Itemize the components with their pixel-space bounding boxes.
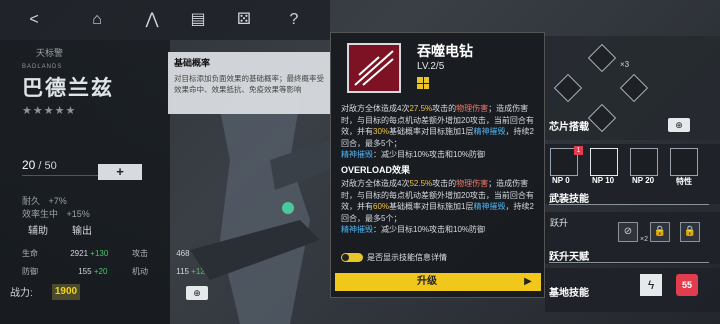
skill-level: LV.2/5 [417, 61, 445, 72]
level-max: 50 [44, 160, 57, 172]
np-label: NP 20 [632, 176, 655, 185]
skill-badge: 1 [574, 146, 583, 155]
desc-text: 攻击的 [432, 179, 457, 188]
talent-slot-icon[interactable]: ⊘ [618, 222, 638, 242]
np-label: 特性 [676, 177, 692, 186]
overload-description: 对敌方全体造成4次52.5%攻击的物理伤害；造成伤害时，与目标的每点机动差额外增… [341, 178, 541, 236]
desc-pct: 52.5% [409, 179, 433, 188]
lightning-icon[interactable]: ϟ [640, 274, 662, 296]
desc-debuff: 精神摧毁 [341, 150, 373, 159]
level-current: 20 [22, 158, 36, 172]
stat-value: 155 [78, 267, 92, 276]
gamepad-icon[interactable]: ⚄ [232, 8, 256, 32]
desc-pct: 60% [373, 202, 390, 211]
level-sep: / [38, 160, 42, 172]
weapon-skill-card[interactable] [630, 148, 658, 176]
stat-label: 机动 [132, 267, 148, 276]
talent-count: ×2 [640, 236, 648, 243]
home-icon[interactable]: ⌂ [85, 8, 109, 32]
skill-drill-icon [347, 43, 401, 93]
weapon-skill-label: 武装技能 [549, 194, 589, 205]
desc-pct: 30% [373, 127, 390, 136]
jump-talent-label: 跃升天赋 [549, 252, 589, 263]
desc-pct: 27.5% [409, 104, 433, 113]
stat-bonus: +130 [90, 249, 109, 258]
skill-description: 对敌方全体造成4次27.5%攻击的物理伤害；造成伤害时，与目标的每点机动差额外增… [341, 103, 541, 161]
desc-debuff: 精神摧毁 [473, 127, 506, 136]
np-label: NP 10 [592, 176, 615, 185]
skill-detail-popup: 吞噬电钻 LV.2/5 对敌方全体造成4次27.5%攻击的物理伤害；造成伤害时，… [330, 32, 545, 298]
desc-text: 攻击的 [432, 104, 457, 113]
stat-bonus: +20 [93, 267, 108, 276]
desc-text: ：减少目标10%攻击和10%防御 [373, 225, 486, 234]
notification-badge[interactable]: 55 [676, 274, 698, 296]
stat-value: 2921 [70, 249, 89, 258]
jump-title: 跃升 [550, 218, 569, 228]
character-class-tag: 天标警 [36, 48, 64, 58]
divider [549, 204, 709, 205]
desc-text: 对目标施加1层 [421, 127, 474, 136]
character-code-name: BADLANDS [22, 64, 63, 70]
basic-rate-tooltip: 基础概率 对目标添加负面效果的基础概率；最终概率受效果命中、效果抵抗、免疫效果等… [168, 52, 330, 114]
tooltip-body: 对目标添加负面效果的基础概率；最终概率受效果命中、效果抵抗、免疫效果等影响 [174, 74, 324, 94]
character-name: 巴德兰兹 [22, 77, 114, 100]
save-icon[interactable]: ▤ [186, 8, 210, 32]
skill-name: 吞噬电钻 [417, 43, 473, 59]
desc-text: 基础概率 [389, 127, 422, 136]
weapon-skill-card[interactable] [590, 148, 618, 176]
buff-summary: 耐久 +7% 效率生中 +15% [22, 194, 90, 220]
stat-label: 攻击 [132, 249, 148, 258]
chip-label: 芯片搭载 [549, 122, 589, 133]
skill-grid-icon [417, 77, 429, 89]
detail-toggle[interactable] [341, 253, 363, 262]
lock-icon: 🔒 [680, 222, 700, 242]
base-skill-label: 基地技能 [549, 288, 589, 299]
chip-count: ×3 [620, 60, 630, 69]
hanger-icon[interactable]: ⋀ [140, 8, 164, 32]
divider [549, 262, 709, 263]
chip-zoom-icon[interactable]: ⊕ [668, 118, 690, 132]
desc-text: 对目标施加1层 [421, 202, 474, 211]
power-value: 1900 [52, 284, 80, 300]
back-icon[interactable]: < [22, 8, 46, 32]
lock-icon: 🔒 [650, 222, 670, 242]
role-tabs: 辅助 输出 [8, 222, 168, 238]
weapon-skill-card[interactable] [670, 148, 698, 176]
detail-toggle-label: 是否显示技能信息详情 [367, 253, 447, 262]
desc-damage-type: 物理伤害 [456, 104, 489, 113]
stat-label: 防御 [22, 267, 38, 276]
desc-text: 对敌方全体造成4次 [341, 179, 410, 188]
character-stars: ★★★★★ [22, 105, 77, 117]
upgrade-button[interactable]: 升级 [335, 273, 519, 291]
desc-text: 基础概率 [389, 202, 422, 211]
stat-row-hp: 生命 2921 +130 [22, 248, 108, 259]
desc-text: ：减少目标10%攻击和10%防御 [373, 150, 486, 159]
stat-label: 生命 [22, 249, 38, 258]
help-icon[interactable]: ? [282, 8, 306, 32]
tooltip-title: 基础概率 [174, 58, 211, 68]
overload-title: OVERLOAD效果 [341, 165, 411, 175]
desc-damage-type: 物理伤害 [456, 179, 489, 188]
stat-row-def: 防御 155 +20 [22, 266, 107, 277]
desc-text: 对敌方全体造成4次 [341, 104, 410, 113]
power-label: 战力: [10, 288, 33, 299]
tab-output[interactable]: 输出 [72, 222, 92, 237]
efficiency-label: 效率生中 [22, 209, 59, 219]
np-label: NP 0 [552, 176, 570, 185]
top-navigation-bar: < ⌂ ⋀ ▤ ⚄ ? [0, 0, 330, 40]
efficiency-pct: +15% [66, 209, 90, 219]
durability-label: 耐久 [22, 196, 41, 206]
level-display: 20 / 50 [22, 158, 102, 176]
upgrade-arrow-icon[interactable]: ▶ [515, 273, 541, 291]
desc-debuff: 精神摧毁 [341, 225, 373, 234]
desc-debuff: 精神摧毁 [473, 202, 506, 211]
tab-assist[interactable]: 辅助 [28, 222, 48, 237]
level-up-button[interactable]: + [98, 164, 142, 180]
durability-pct: +7% [48, 196, 67, 206]
